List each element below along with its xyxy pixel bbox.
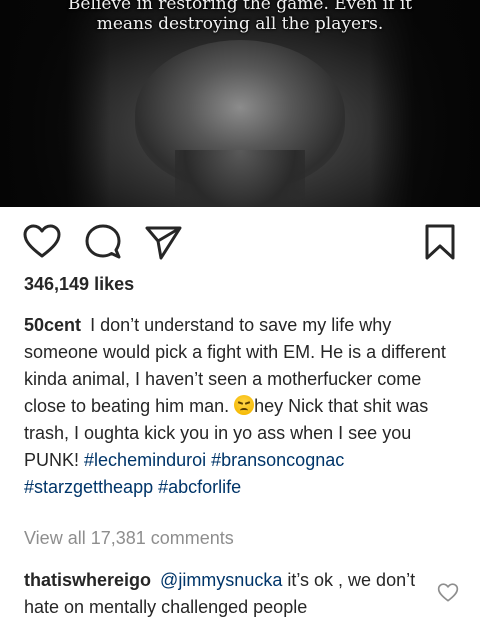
view-all-comments-link[interactable]: View all 17,381 comments [24,528,234,549]
hashtag-link[interactable]: #starzgettheapp [24,477,153,497]
comment-bubble-icon[interactable] [83,222,123,262]
hashtag-link[interactable]: #abcforlife [158,477,241,497]
image-quote-text: Believe in restoring the game. Even if i… [0,0,480,34]
hashtag-link[interactable]: #lecheminduroi [84,450,206,470]
likes-count[interactable]: 346,149 likes [24,274,134,295]
post-caption: 50cent I don’t understand to save my lif… [24,312,460,501]
top-comment: thatiswhereigo @jimmysnucka it’s ok , we… [24,567,424,621]
hashtag-link[interactable]: #bransoncognac [211,450,344,470]
image-neck [175,150,305,207]
comment-heart-icon[interactable] [437,582,459,604]
image-quote-line-2: means destroying all the players. [96,14,384,34]
paper-plane-icon[interactable] [143,222,183,262]
caption-username[interactable]: 50cent [24,315,81,335]
angry-face-emoji-icon [234,395,255,415]
heart-icon[interactable] [22,222,62,262]
comment-mention[interactable]: @jimmysnucka [160,570,282,590]
comment-username[interactable]: thatiswhereigo [24,570,151,590]
post-action-bar [0,222,480,266]
image-quote-line-1: Believe in restoring the game. Even if i… [67,0,413,14]
post-image[interactable]: Believe in restoring the game. Even if i… [0,0,480,207]
bookmark-icon[interactable] [420,222,460,262]
